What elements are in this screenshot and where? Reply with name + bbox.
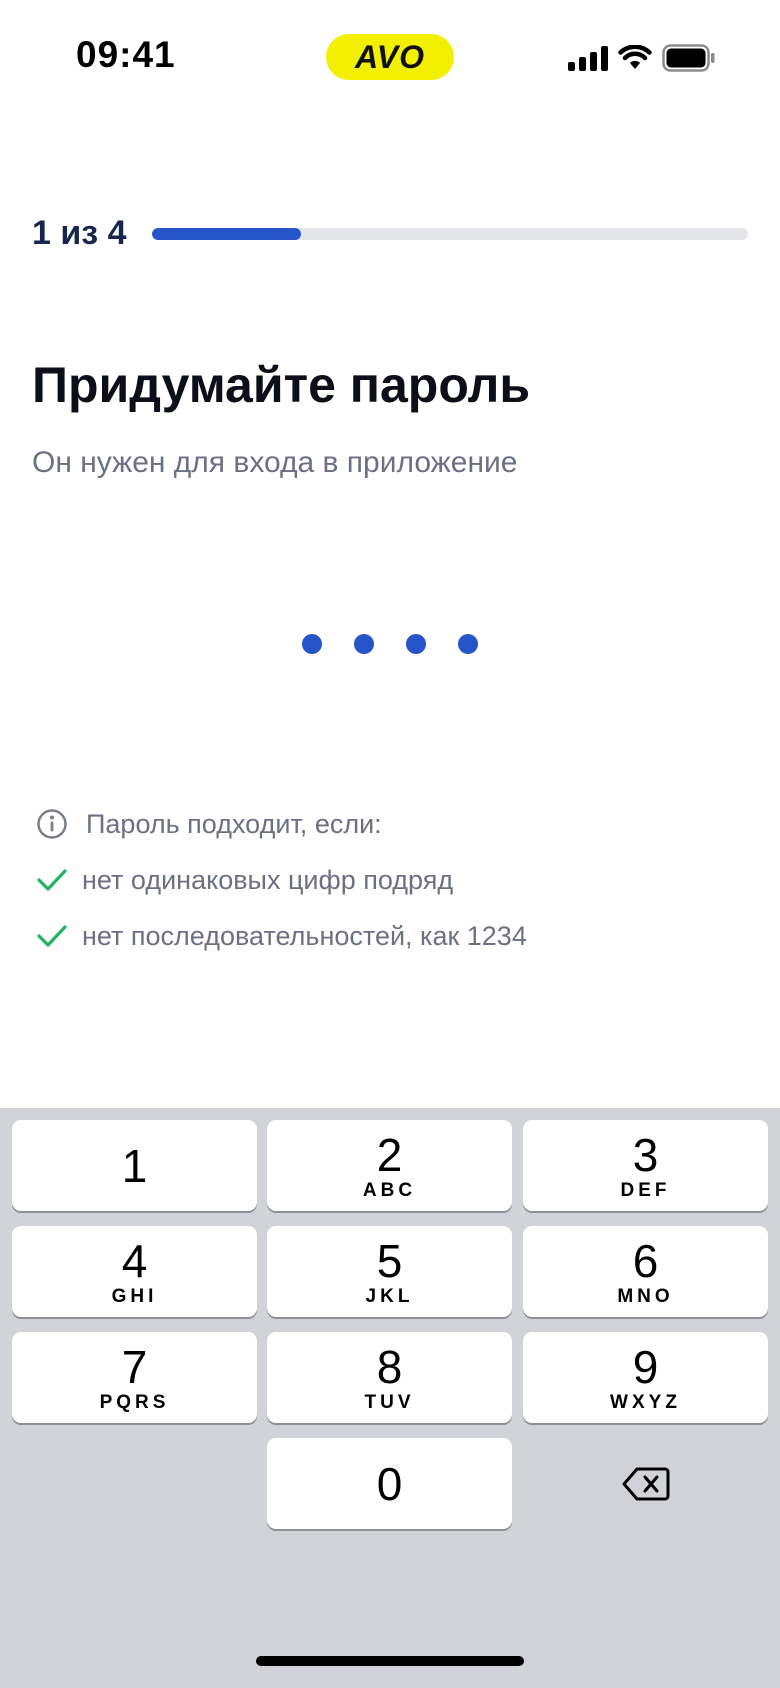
rule-item-text: нет последовательностей, как 1234 [82, 920, 527, 951]
key-0[interactable]: 0 [267, 1438, 512, 1529]
rules-header-text: Пароль подходит, если: [86, 808, 382, 839]
rule-item: нет одинаковых цифр подряд [36, 862, 736, 898]
key-1[interactable]: 1 [12, 1120, 257, 1211]
key-digit: 8 [376, 1340, 403, 1393]
progress-row: 1 из 4 [32, 210, 748, 256]
page-title: Придумайте пароль [32, 357, 531, 413]
pin-dot [354, 634, 374, 654]
key-letters: WXYZ [610, 1391, 681, 1413]
key-letters: PQRS [99, 1391, 170, 1413]
rule-item: нет последовательностей, как 1234 [36, 918, 736, 954]
key-digit: 9 [632, 1340, 659, 1393]
key-letters: JKL [365, 1285, 414, 1307]
wifi-icon [618, 45, 652, 69]
pin-dot [302, 634, 322, 654]
pin-indicator [0, 634, 780, 654]
key-digit: 1 [121, 1139, 148, 1192]
key-digit: 7 [121, 1340, 148, 1393]
key-3[interactable]: 3 DEF [523, 1120, 768, 1211]
status-time: 09:41 [76, 34, 176, 75]
pin-dot [458, 634, 478, 654]
backspace-button[interactable] [523, 1438, 768, 1529]
key-digit: 2 [376, 1128, 403, 1181]
key-digit: 6 [632, 1234, 659, 1287]
backspace-icon [622, 1467, 669, 1500]
pin-dot [406, 634, 426, 654]
key-5[interactable]: 5 JKL [267, 1226, 512, 1317]
key-letters: GHI [111, 1285, 158, 1307]
check-icon [37, 925, 67, 947]
rule-item-text: нет одинаковых цифр подряд [82, 864, 454, 895]
key-8[interactable]: 8 TUV [267, 1332, 512, 1423]
info-icon [37, 809, 67, 839]
home-indicator[interactable] [256, 1656, 524, 1666]
key-letters: MNO [617, 1285, 674, 1307]
progress-fill [152, 228, 301, 240]
key-4[interactable]: 4 GHI [12, 1226, 257, 1317]
key-digit: 0 [376, 1457, 403, 1510]
page-subtitle: Он нужен для входа в приложение [32, 446, 518, 479]
status-icons [568, 44, 716, 72]
numeric-keypad: 1 2 ABC 3 DEF 4 GHI 5 JKL 6 MNO 7 PQRS 8… [0, 1108, 780, 1688]
battery-icon [662, 44, 715, 72]
rules-header: Пароль подходит, если: [36, 806, 736, 842]
progress-track [152, 228, 748, 240]
check-icon [37, 869, 67, 891]
key-digit: 4 [121, 1234, 148, 1287]
key-letters: DEF [620, 1179, 671, 1201]
key-2[interactable]: 2 ABC [267, 1120, 512, 1211]
signal-icon [568, 45, 608, 71]
password-rules: Пароль подходит, если: нет одинаковых ци… [36, 806, 736, 954]
key-6[interactable]: 6 MNO [523, 1226, 768, 1317]
key-7[interactable]: 7 PQRS [12, 1332, 257, 1423]
brand-badge: AVO [326, 34, 454, 80]
step-counter: 1 из 4 [32, 214, 127, 252]
status-bar: 09:41 AVO [0, 0, 780, 116]
key-digit: 5 [376, 1234, 403, 1287]
key-9[interactable]: 9 WXYZ [523, 1332, 768, 1423]
key-digit: 3 [632, 1128, 659, 1181]
brand-logo-text: AVO [355, 38, 425, 75]
key-letters: ABC [362, 1179, 417, 1201]
key-letters: TUV [364, 1391, 415, 1413]
